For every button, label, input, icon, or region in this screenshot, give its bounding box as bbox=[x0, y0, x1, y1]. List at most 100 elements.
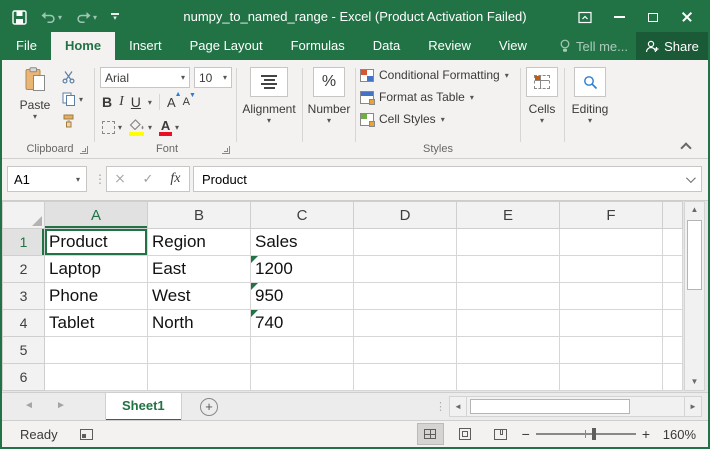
cell-partial-6[interactable] bbox=[663, 364, 683, 391]
editing-dropdown-icon[interactable]: ▾ bbox=[566, 116, 614, 125]
horizontal-scrollbar[interactable]: ◄ ► bbox=[449, 396, 702, 417]
copy-dropdown-icon[interactable]: ▾ bbox=[79, 95, 83, 104]
name-box[interactable]: A1 ▾ bbox=[7, 166, 87, 192]
column-header-F[interactable]: F bbox=[560, 202, 663, 229]
font-dialog-launcher-icon[interactable] bbox=[222, 146, 230, 154]
column-header-A[interactable]: A bbox=[45, 202, 148, 229]
cell-partial-2[interactable] bbox=[663, 256, 683, 283]
macro-record-icon[interactable] bbox=[80, 429, 93, 440]
cell-C3[interactable]: 950 bbox=[251, 283, 354, 310]
zoom-out-icon[interactable]: − bbox=[522, 426, 530, 442]
tab-file[interactable]: File bbox=[2, 32, 51, 60]
minimize-button[interactable] bbox=[602, 2, 636, 32]
cell-D5[interactable] bbox=[354, 337, 457, 364]
zoom-level[interactable]: 160% bbox=[658, 427, 696, 442]
cell-C6[interactable] bbox=[251, 364, 354, 391]
decrease-font-size-button[interactable]: A▼ bbox=[183, 96, 190, 108]
horizontal-scroll-thumb[interactable] bbox=[470, 399, 630, 414]
save-icon[interactable] bbox=[12, 10, 27, 25]
cell-partial-3[interactable] bbox=[663, 283, 683, 310]
cell-A4[interactable]: Tablet bbox=[45, 310, 148, 337]
tab-page-layout[interactable]: Page Layout bbox=[176, 32, 277, 60]
share-button[interactable]: Share bbox=[636, 32, 708, 60]
format-as-table-button[interactable]: Format as Table▾ bbox=[360, 90, 474, 104]
cell-B2[interactable]: East bbox=[148, 256, 251, 283]
font-size-select[interactable]: 10▾ bbox=[194, 67, 232, 88]
fill-color-button[interactable]: ▾ bbox=[129, 119, 152, 136]
cell-F4[interactable] bbox=[560, 310, 663, 337]
cancel-icon[interactable] bbox=[115, 174, 125, 184]
format-painter-button[interactable] bbox=[62, 114, 83, 128]
previous-sheet-icon[interactable]: ◄ bbox=[24, 400, 34, 411]
cell-partial-5[interactable] bbox=[663, 337, 683, 364]
column-header-D[interactable]: D bbox=[354, 202, 457, 229]
cell-D4[interactable] bbox=[354, 310, 457, 337]
bold-button[interactable]: B bbox=[102, 94, 112, 110]
cell-F6[interactable] bbox=[560, 364, 663, 391]
scroll-right-icon[interactable]: ► bbox=[684, 397, 701, 416]
cell-F1[interactable] bbox=[560, 229, 663, 256]
cell-B5[interactable] bbox=[148, 337, 251, 364]
column-header-B[interactable]: B bbox=[148, 202, 251, 229]
row-header-6[interactable]: 6 bbox=[3, 364, 45, 391]
cut-button[interactable] bbox=[62, 70, 83, 84]
cell-D1[interactable] bbox=[354, 229, 457, 256]
select-all-corner[interactable] bbox=[3, 202, 45, 229]
column-header-partial[interactable] bbox=[663, 202, 683, 229]
row-header-5[interactable]: 5 bbox=[3, 337, 45, 364]
alignment-dropdown-icon[interactable]: ▾ bbox=[238, 116, 300, 125]
column-header-E[interactable]: E bbox=[457, 202, 560, 229]
undo-icon[interactable]: ▾ bbox=[41, 11, 62, 23]
expand-formula-bar-icon[interactable] bbox=[686, 173, 696, 183]
conditional-formatting-button[interactable]: Conditional Formatting▾ bbox=[360, 68, 509, 82]
cell-E1[interactable] bbox=[457, 229, 560, 256]
cell-D2[interactable] bbox=[354, 256, 457, 283]
cell-A6[interactable] bbox=[45, 364, 148, 391]
copy-button[interactable]: ▾ bbox=[62, 92, 83, 106]
cell-C4[interactable]: 740 bbox=[251, 310, 354, 337]
font-color-button[interactable]: A ▾ bbox=[159, 118, 179, 136]
cell-styles-button[interactable]: Cell Styles▾ bbox=[360, 112, 445, 126]
cell-A2[interactable]: Laptop bbox=[45, 256, 148, 283]
cell-F2[interactable] bbox=[560, 256, 663, 283]
page-break-preview-button[interactable] bbox=[487, 423, 514, 445]
new-sheet-button[interactable]: + bbox=[200, 398, 218, 416]
cell-F3[interactable] bbox=[560, 283, 663, 310]
cell-A5[interactable] bbox=[45, 337, 148, 364]
cell-E2[interactable] bbox=[457, 256, 560, 283]
redo-icon[interactable]: ▾ bbox=[76, 11, 97, 23]
cell-E4[interactable] bbox=[457, 310, 560, 337]
clipboard-dialog-launcher-icon[interactable] bbox=[80, 146, 88, 154]
cell-C2[interactable]: 1200 bbox=[251, 256, 354, 283]
tab-home[interactable]: Home bbox=[51, 32, 115, 60]
scroll-down-icon[interactable]: ▼ bbox=[685, 374, 704, 390]
tab-view[interactable]: View bbox=[485, 32, 541, 60]
cell-E6[interactable] bbox=[457, 364, 560, 391]
zoom-slider-handle[interactable] bbox=[592, 428, 596, 440]
vertical-scroll-thumb[interactable] bbox=[687, 220, 702, 290]
tab-review[interactable]: Review bbox=[414, 32, 485, 60]
maximize-button[interactable] bbox=[636, 2, 670, 32]
tab-scrollbar-splitter[interactable]: ⋮ bbox=[435, 400, 446, 413]
borders-button[interactable]: ▾ bbox=[102, 121, 122, 134]
ribbon-display-options-icon[interactable] bbox=[568, 2, 602, 32]
alignment-group[interactable]: Alignment ▾ bbox=[238, 60, 300, 159]
paste-dropdown-icon[interactable]: ▾ bbox=[14, 112, 56, 121]
row-header-3[interactable]: 3 bbox=[3, 283, 45, 310]
name-box-dropdown-icon[interactable]: ▾ bbox=[76, 175, 80, 184]
cell-F5[interactable] bbox=[560, 337, 663, 364]
insert-function-icon[interactable]: fx bbox=[170, 171, 180, 187]
zoom-in-icon[interactable]: + bbox=[642, 426, 650, 442]
close-button[interactable] bbox=[670, 2, 704, 32]
number-dropdown-icon[interactable]: ▾ bbox=[304, 116, 354, 125]
zoom-slider[interactable] bbox=[536, 433, 636, 435]
italic-button[interactable]: I bbox=[119, 94, 124, 110]
scroll-left-icon[interactable]: ◄ bbox=[450, 397, 467, 416]
cell-B4[interactable]: North bbox=[148, 310, 251, 337]
cell-E5[interactable] bbox=[457, 337, 560, 364]
paste-button[interactable]: Paste ▾ bbox=[14, 67, 56, 121]
number-group[interactable]: % Number ▾ bbox=[304, 60, 354, 159]
cell-partial-4[interactable] bbox=[663, 310, 683, 337]
customize-quick-access-toolbar-icon[interactable]: ▾ bbox=[111, 13, 119, 21]
row-header-1[interactable]: 1 bbox=[3, 229, 45, 256]
